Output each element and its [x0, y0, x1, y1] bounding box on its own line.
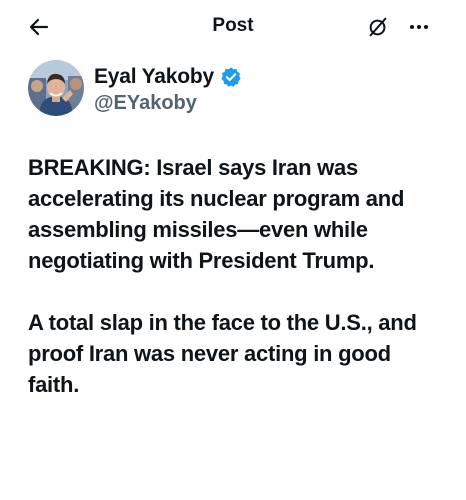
- avatar-image: [28, 60, 84, 116]
- author-handle[interactable]: @EYakoby: [94, 91, 197, 115]
- author-name-row[interactable]: Eyal Yakoby: [94, 64, 242, 90]
- author-name: Eyal Yakoby: [94, 65, 214, 88]
- grok-button[interactable]: [362, 12, 394, 42]
- grok-icon: [369, 17, 387, 37]
- post-paragraph: BREAKING: Israel says Iran was accelerat…: [28, 155, 411, 273]
- post-author: Eyal Yakoby @EYakoby: [28, 60, 448, 120]
- post-text: BREAKING: Israel says Iran was accelerat…: [28, 152, 438, 400]
- top-bar: Post: [0, 0, 466, 54]
- more-options-button[interactable]: [402, 12, 436, 42]
- page-title: Post: [212, 15, 254, 36]
- more-horizontal-icon: [410, 25, 428, 29]
- avatar[interactable]: [28, 60, 84, 116]
- post-paragraph: A total slap in the face to the U.S., an…: [28, 310, 423, 397]
- verified-badge-icon: [220, 66, 242, 88]
